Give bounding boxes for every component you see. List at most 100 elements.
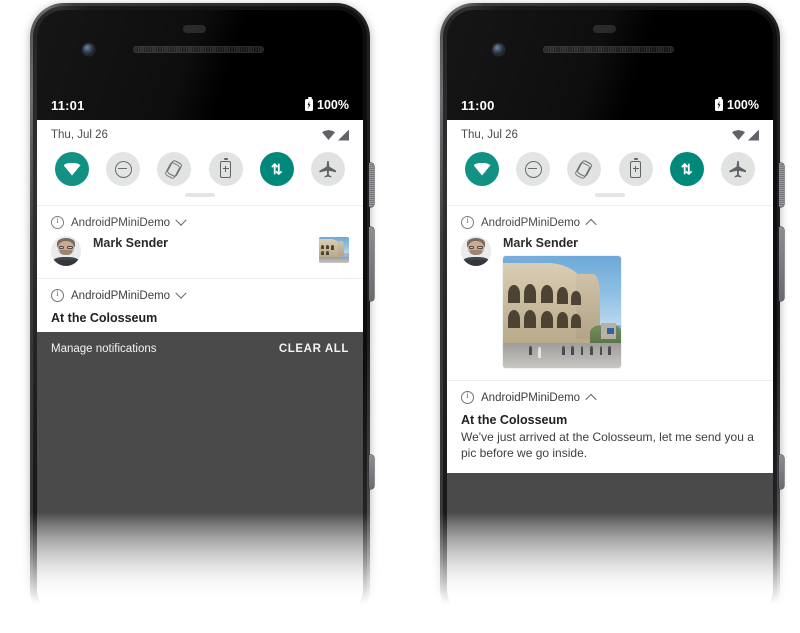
clear-all-button[interactable]: CLEAR ALL xyxy=(279,343,349,355)
mobile-data-icon: ⇅ xyxy=(270,161,283,177)
notification-card[interactable]: AndroidPMiniDemo Mark Sender xyxy=(37,205,363,278)
quick-settings-panel: Thu, Jul 26 ⇅ xyxy=(447,120,773,205)
manage-notifications-button[interactable]: Manage notifications xyxy=(51,343,156,355)
notification-app-name: AndroidPMiniDemo xyxy=(481,391,581,404)
phone-left: 11:01 100% Thu, Jul 26 ⇅ i AndroidPMiniD… xyxy=(16,3,388,633)
notification-main: Mark Sender xyxy=(81,236,319,251)
power-button[interactable] xyxy=(779,163,784,207)
volume-rocker[interactable] xyxy=(369,227,374,301)
proximity-sensor xyxy=(593,25,616,33)
notification-title: At the Colosseum xyxy=(51,311,158,325)
battery-saver-icon xyxy=(630,157,642,178)
chevron-up-icon[interactable] xyxy=(585,393,597,405)
colosseum-thumbnail xyxy=(319,237,349,263)
auto-rotate-icon xyxy=(164,159,184,180)
battery-saver-icon xyxy=(220,157,232,178)
lower-side-button[interactable] xyxy=(779,455,784,489)
quick-settings-status-icons xyxy=(322,129,349,141)
info-icon[interactable] xyxy=(461,215,474,229)
lower-side-button[interactable] xyxy=(369,455,374,489)
notification-title: At the Colosseum xyxy=(461,413,568,427)
battery-charging-icon xyxy=(305,97,314,111)
quick-settings-tiles: ⇅ xyxy=(37,145,363,190)
notification-body: Mark Sender xyxy=(447,229,773,380)
status-bar: 11:01 100% xyxy=(37,92,363,118)
quick-settings-header: Thu, Jul 26 xyxy=(37,120,363,145)
notification-app-name: AndroidPMiniDemo xyxy=(71,216,171,229)
power-button[interactable] xyxy=(369,163,374,207)
tile-airplane-mode[interactable] xyxy=(720,152,755,186)
avatar xyxy=(461,236,491,266)
chevron-down-icon[interactable] xyxy=(175,287,187,299)
airplane-mode-icon xyxy=(319,160,337,178)
notification-card[interactable]: AndroidPMiniDemo Mark Sender xyxy=(447,205,773,380)
quick-settings-panel: Thu, Jul 26 ⇅ xyxy=(37,120,363,205)
front-camera xyxy=(493,44,504,55)
status-bar-time: 11:01 xyxy=(51,97,85,113)
tile-wifi[interactable] xyxy=(465,152,499,186)
notification-main: Mark Sender xyxy=(491,236,759,368)
tile-battery-saver[interactable] xyxy=(208,152,243,186)
notification-header: AndroidPMiniDemo xyxy=(37,206,363,229)
front-camera xyxy=(83,44,94,55)
notification-header: AndroidPMiniDemo xyxy=(447,206,773,230)
cell-signal-icon xyxy=(748,129,759,141)
tile-mobile-data[interactable]: ⇅ xyxy=(259,152,294,186)
tile-battery-saver[interactable] xyxy=(618,152,653,186)
wifi-icon xyxy=(322,130,335,140)
notification-shade-right: Thu, Jul 26 ⇅ i AndroidPMiniDemo Mark Se… xyxy=(447,120,773,616)
mobile-data-icon: ⇅ xyxy=(680,161,693,177)
screenshot-stage: 11:01 100% Thu, Jul 26 ⇅ i AndroidPMiniD… xyxy=(0,0,800,633)
tile-mobile-data[interactable]: ⇅ xyxy=(669,152,704,186)
shade-background xyxy=(447,473,773,616)
do-not-disturb-icon xyxy=(114,160,132,178)
battery-percent-label: 100% xyxy=(727,98,759,112)
wifi-tile-icon xyxy=(473,162,491,176)
notification-body: Mark Sender xyxy=(37,229,363,278)
phone-screen-left: 11:01 100% Thu, Jul 26 ⇅ i AndroidPMiniD… xyxy=(37,10,363,616)
qs-drag-handle[interactable] xyxy=(595,193,625,197)
notification-app-name: AndroidPMiniDemo xyxy=(71,289,171,302)
notification-text: We've just arrived at the Colosseum, let… xyxy=(461,430,754,460)
volume-rocker[interactable] xyxy=(779,227,784,301)
notification-app-name: AndroidPMiniDemo xyxy=(481,216,581,229)
notification-card[interactable]: AndroidPMiniDemo At the Colosseum We've … xyxy=(447,380,773,473)
airplane-mode-icon xyxy=(729,160,747,178)
phone-screen-right: 11:00 100% Thu, Jul 26 ⇅ i AndroidPMiniD… xyxy=(447,10,773,616)
wifi-icon xyxy=(732,130,745,140)
shade-footer: Manage notifications CLEAR ALL xyxy=(37,332,363,366)
notification-header: AndroidPMiniDemo xyxy=(447,381,773,405)
quick-settings-header: Thu, Jul 26 xyxy=(447,120,773,145)
tile-do-not-disturb[interactable] xyxy=(106,152,141,186)
tile-auto-rotate[interactable] xyxy=(567,152,602,186)
tile-do-not-disturb[interactable] xyxy=(516,152,551,186)
quick-settings-date: Thu, Jul 26 xyxy=(461,129,518,141)
tile-wifi[interactable] xyxy=(55,152,89,186)
earpiece-speaker xyxy=(543,46,674,53)
info-icon[interactable] xyxy=(51,215,64,229)
tile-auto-rotate[interactable] xyxy=(157,152,192,186)
battery-percent-label: 100% xyxy=(317,98,349,112)
wifi-tile-icon xyxy=(63,162,81,176)
cell-signal-icon xyxy=(338,129,349,141)
chevron-up-icon[interactable] xyxy=(585,218,597,230)
status-bar-time: 11:00 xyxy=(461,97,495,113)
chevron-down-icon[interactable] xyxy=(175,214,187,226)
status-bar-right: 100% xyxy=(305,97,349,112)
avatar xyxy=(51,236,81,266)
quick-settings-tiles: ⇅ xyxy=(447,145,773,190)
info-icon[interactable] xyxy=(51,288,64,302)
notification-card[interactable]: AndroidPMiniDemo At the Colosseum xyxy=(37,278,363,332)
do-not-disturb-icon xyxy=(524,160,542,178)
status-bar-right: 100% xyxy=(715,97,759,112)
phone-right: 11:00 100% Thu, Jul 26 ⇅ i AndroidPMiniD… xyxy=(426,3,798,633)
notification-header: AndroidPMiniDemo xyxy=(37,279,363,302)
notification-sender: Mark Sender xyxy=(503,236,579,250)
shade-background xyxy=(37,366,363,616)
info-icon[interactable] xyxy=(461,390,474,404)
earpiece-speaker xyxy=(133,46,264,53)
tile-airplane-mode[interactable] xyxy=(310,152,345,186)
status-bar: 11:00 100% xyxy=(447,92,773,118)
qs-drag-handle[interactable] xyxy=(185,193,215,197)
battery-charging-icon xyxy=(715,97,724,111)
